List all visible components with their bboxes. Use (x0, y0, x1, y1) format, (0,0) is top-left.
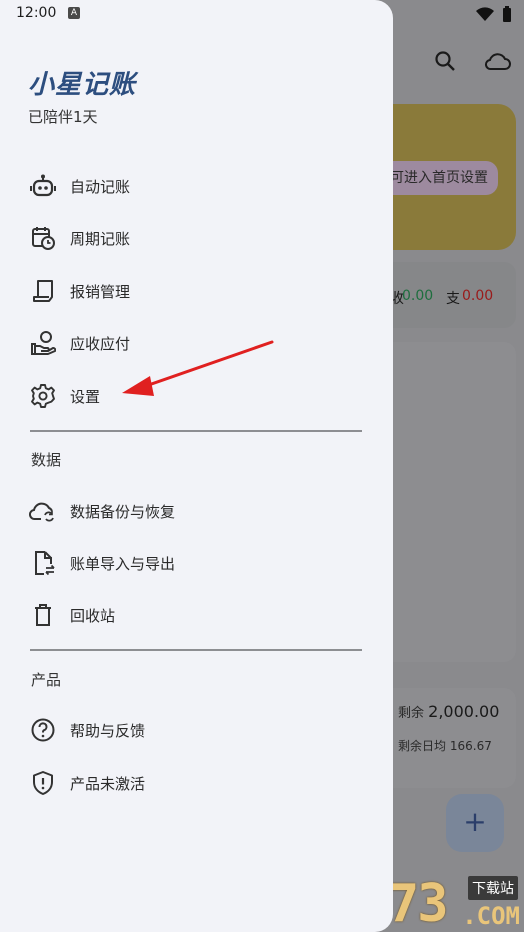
divider (30, 649, 362, 651)
expense-value: 0.00 (462, 288, 494, 304)
menu-item-receivables-payables[interactable]: 应收应付 (16, 319, 376, 367)
file-transfer-icon (28, 548, 58, 578)
menu-item-product-activation[interactable]: 产品未激活 (16, 759, 376, 807)
menu-item-label: 报销管理 (70, 282, 131, 301)
remaining-row: 剩余 2,000.00 (398, 702, 499, 721)
menu-item-label: 回收站 (70, 606, 116, 625)
reimburse-icon (28, 276, 58, 306)
battery-icon (503, 6, 511, 22)
watermark-top-text: 下载站 (468, 876, 518, 900)
expense-label: 支 (446, 291, 460, 307)
wifi-icon (476, 7, 494, 21)
menu-item-label: 账单导入与导出 (70, 554, 176, 573)
status-time: 12:00 (16, 5, 57, 21)
menu-item-label: 帮助与反馈 (70, 721, 146, 740)
app-title: 小星记账 (28, 70, 137, 100)
shield-alert-icon (28, 768, 58, 798)
menu-item-label: 自动记账 (70, 177, 131, 196)
cloud-icon[interactable] (484, 50, 512, 72)
remaining-value: 2,000.00 (428, 702, 500, 721)
income-value: 0.00 (402, 288, 434, 304)
section-title-product: 产品 (31, 671, 62, 689)
gear-icon (28, 381, 58, 411)
section-title-data: 数据 (31, 451, 62, 469)
status-icons (476, 6, 512, 22)
menu-item-reimbursement[interactable]: 报销管理 (16, 267, 376, 315)
menu-item-backup-restore[interactable]: 数据备份与恢复 (16, 487, 376, 535)
help-circle-icon (28, 715, 58, 745)
menu-item-recycle-bin[interactable]: 回收站 (16, 591, 376, 639)
notification-icon: A (68, 7, 80, 19)
daily-value: 166.67 (449, 739, 492, 753)
add-record-fab[interactable]: + (446, 794, 504, 852)
menu-item-label: 数据备份与恢复 (70, 502, 176, 521)
trash-icon (28, 600, 58, 630)
menu-item-label: 产品未激活 (70, 774, 146, 793)
search-icon[interactable] (434, 50, 456, 72)
menu-item-label: 应收应付 (70, 334, 131, 353)
watermark-suffix: .COM (462, 902, 520, 930)
robot-icon (28, 171, 58, 201)
menu-item-settings[interactable]: 设置 (16, 372, 376, 420)
menu-item-auto-record[interactable]: 自动记账 (16, 162, 376, 210)
companion-days: 已陪伴1天 (28, 108, 98, 126)
menu-item-periodic-record[interactable]: 周期记账 (16, 214, 376, 262)
hand-money-icon (28, 328, 58, 358)
remaining-label: 剩余 (398, 706, 425, 721)
cloud-sync-icon (28, 496, 58, 526)
divider (30, 430, 362, 432)
menu-item-label: 周期记账 (70, 229, 131, 248)
daily-label: 剩余日均 (398, 739, 447, 753)
navigation-drawer: 12:00 A 小星记账 已陪伴1天 自动记账 周期记账 报销管理 应收应付 设… (0, 0, 393, 932)
menu-item-import-export[interactable]: 账单导入与导出 (16, 539, 376, 587)
calendar-clock-icon (28, 223, 58, 253)
menu-item-help-feedback[interactable]: 帮助与反馈 (16, 706, 376, 754)
daily-row: 剩余日均 166.67 (398, 737, 492, 754)
menu-item-label: 设置 (70, 387, 101, 406)
